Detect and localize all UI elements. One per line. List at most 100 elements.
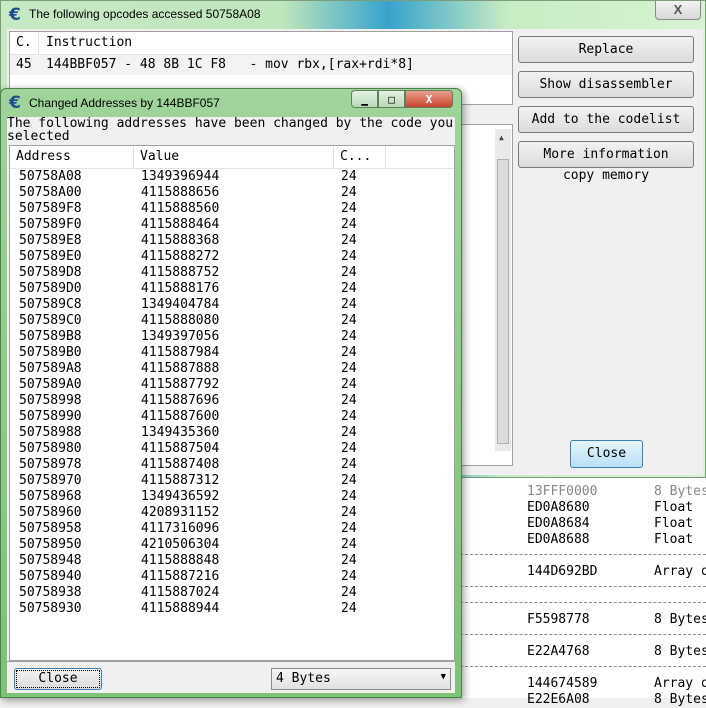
opcode-row[interactable]: 45 144BBF057 - 48 8B 1C F8 - mov rbx,[ra… (10, 55, 512, 75)
table-row[interactable]: 50758990 4115887600 24 (10, 409, 454, 425)
table-row[interactable]: 507589B8 1349397056 24 (10, 329, 454, 345)
table-row[interactable]: 50758950 4210506304 24 (10, 537, 454, 553)
memory-row[interactable]: ED0A8684 Float (460, 516, 706, 532)
table-row[interactable]: 507589A8 4115887888 24 (10, 361, 454, 377)
address-cell: 50758968 (19, 489, 82, 504)
memory-row[interactable]: E22A4768 8 Bytes (460, 644, 706, 660)
copy-memory-label[interactable]: copy memory (518, 168, 694, 183)
table-row[interactable]: 507589E8 4115888368 24 (10, 233, 454, 249)
address-cell: 144D692BD (527, 564, 598, 579)
count-cell: 24 (341, 377, 357, 392)
table-row[interactable]: 50758938 4115887024 24 (10, 585, 454, 601)
column-instruction[interactable]: Instruction (46, 35, 132, 50)
count-cell: 24 (341, 265, 357, 280)
address-cell: ED0A8684 (527, 516, 590, 531)
table-row[interactable]: 50758980 4115887504 24 (10, 441, 454, 457)
add-to-codelist-button[interactable]: Add to the codelist (518, 106, 694, 133)
address-cell: 507589E8 (19, 233, 82, 248)
value-cell: 4115888848 (141, 553, 220, 568)
count-cell: 24 (341, 361, 357, 376)
type-cell: Array o (654, 676, 706, 691)
table-row[interactable]: 50758940 4115887216 24 (10, 569, 454, 585)
table-row[interactable]: 507589A0 4115887792 24 (10, 377, 454, 393)
close-button[interactable]: Close (14, 668, 102, 690)
value-cell: 4115887312 (141, 473, 220, 488)
vertical-scrollbar[interactable]: ▲ (495, 129, 511, 451)
table-row[interactable]: 50758978 4115887408 24 (10, 457, 454, 473)
maximize-button[interactable]: □ (378, 90, 405, 108)
table-row[interactable]: 50758998 4115887696 24 (10, 393, 454, 409)
count-cell: 24 (341, 233, 357, 248)
table-row[interactable]: 507589D0 4115888176 24 (10, 281, 454, 297)
memory-row[interactable]: ED0A8688 Float (460, 532, 706, 548)
window-close-button[interactable]: X (655, 1, 701, 20)
count-cell: 24 (341, 489, 357, 504)
table-row[interactable]: 50758930 4115888944 24 (10, 601, 454, 617)
address-cell: ED0A8680 (527, 500, 590, 515)
address-cell: 13FFF0000 (527, 484, 598, 499)
column-count[interactable]: C. (16, 35, 32, 50)
value-cell: 4115888752 (141, 265, 220, 280)
table-row[interactable]: 50758948 4115888848 24 (10, 553, 454, 569)
memory-address-list[interactable]: 13FFF0000 8 Bytes ED0A8680 Float ED0A8684 Flo… (460, 478, 706, 707)
opcode-count: 45 (16, 57, 32, 72)
table-row[interactable]: 50758988 1349435360 24 (10, 425, 454, 441)
changed-addresses-table[interactable]: Address Value C... 50758A08 1349396944 24 5… (9, 145, 455, 661)
count-cell: 24 (341, 409, 357, 424)
column-address[interactable]: Address (10, 146, 134, 168)
table-row[interactable]: 507589B0 4115887984 24 (10, 345, 454, 361)
count-cell: 24 (341, 441, 357, 456)
count-cell: 24 (341, 521, 357, 536)
scroll-up-icon[interactable]: ▲ (499, 133, 504, 142)
memory-row[interactable]: F5598778 8 Bytes (460, 612, 706, 628)
address-cell: 507589A8 (19, 361, 82, 376)
table-row[interactable]: 507589C8 1349404784 24 (10, 297, 454, 313)
address-cell: 50758988 (19, 425, 82, 440)
memory-row[interactable]: 144D692BD Array o (460, 564, 706, 580)
table-row[interactable]: 50758970 4115887312 24 (10, 473, 454, 489)
table-row[interactable]: 507589C0 4115888080 24 (10, 313, 454, 329)
address-cell: E22A4768 (527, 644, 590, 659)
window-close-button[interactable]: X (405, 90, 453, 108)
replace-button[interactable]: Replace (518, 36, 694, 63)
value-type-select[interactable]: 4 Bytes ▼ (271, 668, 451, 690)
more-information-button[interactable]: More information (518, 141, 694, 168)
type-cell: 8 Bytes (654, 612, 706, 627)
window-title: Changed Addresses by 144BBF057 (29, 96, 220, 110)
table-row[interactable]: 50758960 4208931152 24 (10, 505, 454, 521)
selected-type: 4 Bytes (276, 671, 331, 686)
type-cell: Array o (654, 564, 706, 579)
window-title: The following opcodes accessed 50758A08 (29, 7, 261, 21)
address-cell: 50758950 (19, 537, 82, 552)
value-cell: 4210506304 (141, 537, 220, 552)
table-row[interactable]: 507589F0 4115888464 24 (10, 217, 454, 233)
memory-row[interactable]: ED0A8680 Float (460, 500, 706, 516)
address-cell: 50758990 (19, 409, 82, 424)
table-row[interactable]: 50758A00 4115888656 24 (10, 185, 454, 201)
minimize-button[interactable]: ▁ (351, 90, 378, 108)
type-cell: Float (654, 532, 694, 547)
show-disassembler-button[interactable]: Show disassembler (518, 71, 694, 98)
scrollbar-thumb[interactable] (497, 159, 509, 444)
column-count[interactable]: C... (334, 146, 386, 168)
cheat-engine-icon: € (9, 93, 21, 113)
memory-row[interactable]: 13FFF0000 8 Bytes (460, 484, 706, 500)
table-row[interactable]: 507589D8 4115888752 24 (10, 265, 454, 281)
memory-row[interactable]: E22E6A08 8 Bytes (460, 692, 706, 708)
close-button[interactable]: Close (570, 440, 643, 468)
table-row[interactable]: 507589F8 4115888560 24 (10, 201, 454, 217)
table-row[interactable]: 50758958 4117316096 24 (10, 521, 454, 537)
value-cell: 4117316096 (141, 521, 220, 536)
count-cell: 24 (341, 201, 357, 216)
count-cell: 24 (341, 249, 357, 264)
address-cell: E22E6A08 (527, 692, 590, 707)
value-cell: 1349435360 (141, 425, 220, 440)
value-cell: 4115887792 (141, 377, 220, 392)
table-row[interactable]: 50758A08 1349396944 24 (10, 169, 454, 185)
table-row[interactable]: 507589E0 4115888272 24 (10, 249, 454, 265)
value-cell: 4115887024 (141, 585, 220, 600)
table-row[interactable]: 50758968 1349436592 24 (10, 489, 454, 505)
memory-row[interactable]: 144674589 Array o (460, 676, 706, 692)
address-cell: 507589F0 (19, 217, 82, 232)
column-value[interactable]: Value (134, 146, 334, 168)
